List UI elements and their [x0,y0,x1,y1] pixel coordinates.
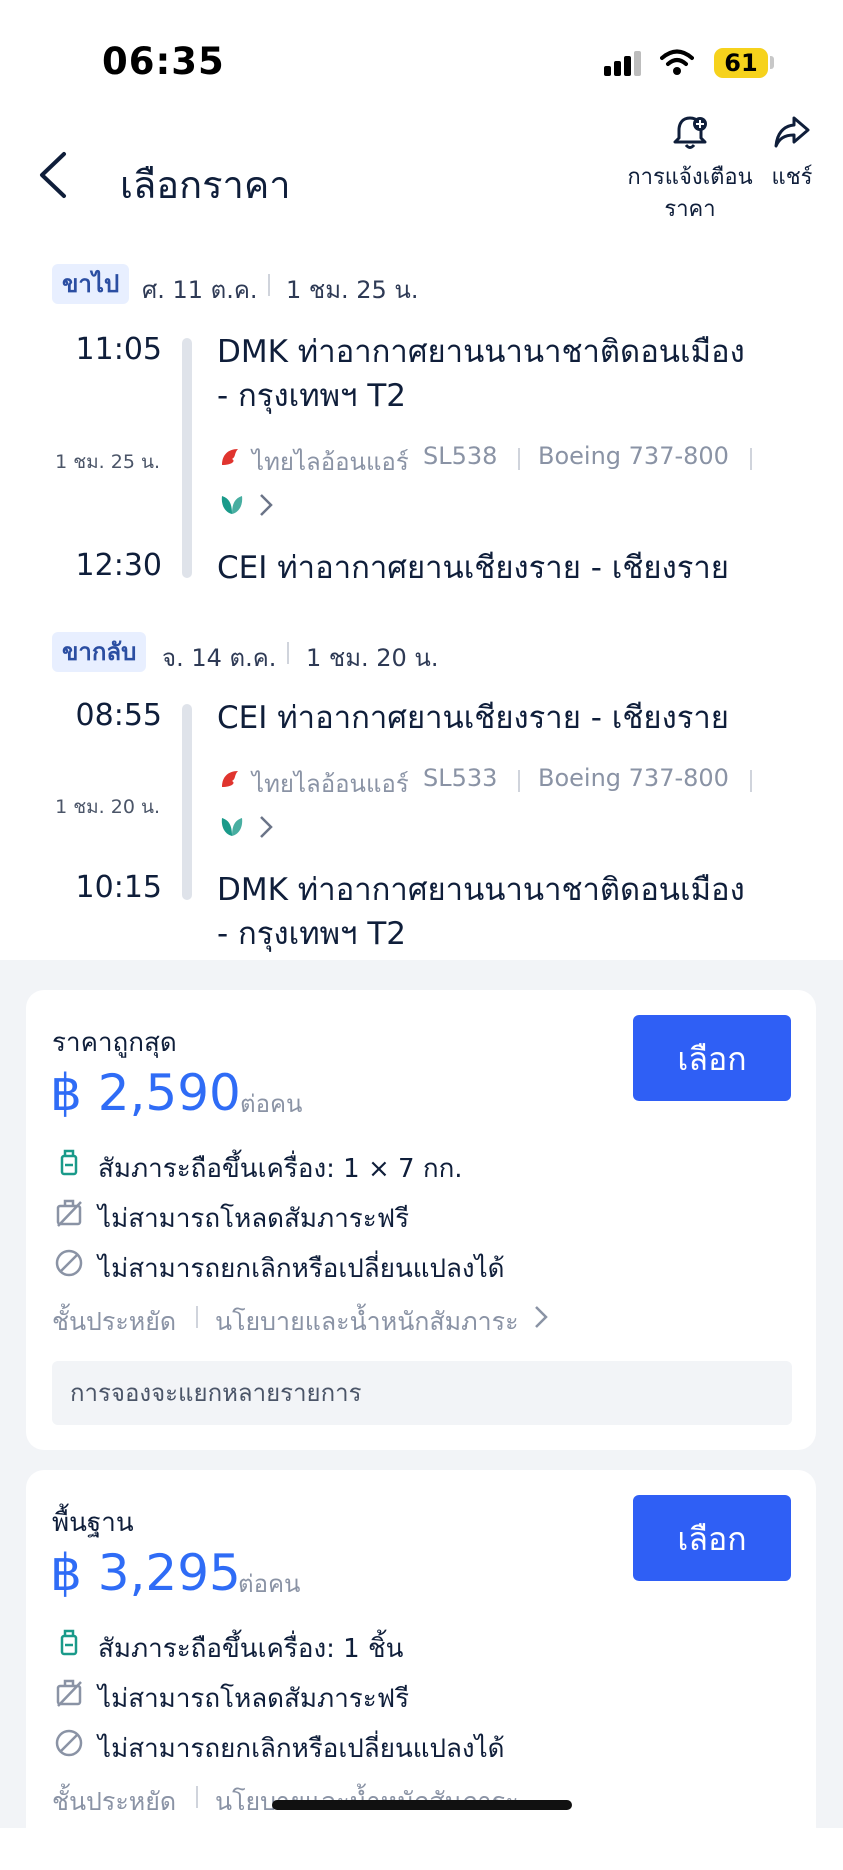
divider [518,448,520,470]
cellular-signal-icon [604,51,641,76]
share-label: แชร์ [771,165,813,190]
fare-perk-change: ไม่สามารถยกเลิกหรือเปลี่ยนแปลงได้ [98,1254,505,1284]
outbound-departure-terminal: - กรุงเทพฯ T2 [217,378,406,414]
share-icon [774,116,810,148]
fare-perk-change: ไม่สามารถยกเลิกหรือเปลี่ยนแปลงได้ [98,1734,505,1764]
return-timeline [182,704,192,900]
return-arrival-airport: DMK ท่าอากาศยานนานาชาติดอนเมือง [217,872,745,908]
outbound-flight-number: SL538 [423,442,498,470]
outbound-timeline [182,338,192,578]
return-date: จ. 14 ต.ค. [162,644,277,672]
fare-cabin-class: ชั้นประหยัด [52,1307,177,1336]
return-chip: ขากลับ [52,632,147,672]
divider [268,274,270,296]
outbound-chip: ขาไป [52,264,130,304]
outbound-airline: ไทยไลอ้อนแอร์ [252,448,409,476]
chevron-right-icon[interactable] [258,492,274,518]
status-time: 06:35 [102,40,225,83]
fare-perk-cabin-bag: สัมภาระถือขึ้นเครื่อง: 1 ชิ้น [98,1634,404,1664]
battery-level: 61 [714,48,768,78]
outbound-leg-duration: 1 ชม. 25 น. [55,451,160,473]
divider [196,1306,198,1328]
chevron-right-icon[interactable] [533,1304,549,1330]
bell-plus-icon [673,116,707,149]
fare-policy-link[interactable]: นโยบายและน้ำหนักสัมภาระ [215,1302,519,1342]
return-arrival-terminal: - กรุงเทพฯ T2 [217,916,406,952]
no-checked-bag-icon [56,1679,82,1707]
divider [287,642,289,664]
battery-cap [770,56,774,69]
fare-per-person: ต่อคน [240,1090,303,1118]
fare-perk-checked-bag: ไม่สามารถโหลดสัมภาระฟรี [98,1204,410,1234]
fare-cabin-class: ชั้นประหยัด [52,1787,177,1816]
page-title: เลือกราคา [120,163,291,207]
divider [750,770,752,792]
fare-title: พื้นฐาน [52,1508,134,1538]
fare-perk-checked-bag: ไม่สามารถโหลดสัมภาระฟรี [98,1684,410,1714]
return-departure-time: 08:55 [75,698,162,733]
no-checked-bag-icon [56,1199,82,1227]
carry-on-bag-icon [60,1149,78,1176]
thai-lion-air-logo [222,449,238,465]
outbound-departure-airport: DMK ท่าอากาศยานนานาชาติดอนเมือง [217,334,745,370]
back-button[interactable] [34,150,74,200]
price-alert-label-2: ราคา [664,197,716,222]
return-flight-number: SL533 [423,764,498,792]
divider [518,770,520,792]
no-cancel-icon [55,1729,83,1757]
divider [196,1786,198,1808]
outbound-date: ศ. 11 ต.ค. [142,276,258,304]
eco-leaf-icon[interactable] [218,812,246,840]
price-alert-button[interactable]: การแจ้งเตือน ราคา [620,112,760,226]
thai-lion-air-logo [222,771,238,787]
return-leg-duration: 1 ชม. 20 น. [55,796,160,818]
fare-title: ราคาถูกสุด [52,1028,177,1058]
fare-price: ฿ 3,295 [50,1544,241,1602]
return-airline: ไทยไลอ้อนแอร์ [252,770,409,798]
fare-per-person: ต่อคน [238,1570,301,1598]
return-arrival-time: 10:15 [75,870,162,905]
no-cancel-icon [55,1249,83,1277]
outbound-duration: 1 ชม. 25 น. [286,276,419,304]
divider [750,448,752,470]
select-fare-button[interactable]: เลือก [633,1015,791,1101]
share-button[interactable]: แชร์ [762,112,822,194]
fare-perk-cabin-bag: สัมภาระถือขึ้นเครื่อง: 1 × 7 กก. [98,1154,463,1184]
return-duration: 1 ชม. 20 น. [306,644,439,672]
home-indicator[interactable] [272,1800,572,1810]
separate-booking-notice: การจองจะแยกหลายรายการ [52,1361,792,1425]
return-departure-airport: CEI ท่าอากาศยานเชียงราย - เชียงราย [217,700,729,736]
outbound-arrival-time: 12:30 [75,548,162,583]
outbound-arrival-airport: CEI ท่าอากาศยานเชียงราย - เชียงราย [217,550,729,586]
return-aircraft: Boeing 737-800 [538,764,729,792]
eco-leaf-icon[interactable] [218,490,246,518]
chevron-right-icon[interactable] [258,814,274,840]
carry-on-bag-icon [60,1629,78,1656]
outbound-departure-time: 11:05 [75,332,162,367]
price-alert-label-1: การแจ้งเตือน [627,165,753,190]
outbound-aircraft: Boeing 737-800 [538,442,729,470]
select-fare-button[interactable]: เลือก [633,1495,791,1581]
fare-price: ฿ 2,590 [50,1064,241,1122]
wifi-icon [660,49,694,75]
